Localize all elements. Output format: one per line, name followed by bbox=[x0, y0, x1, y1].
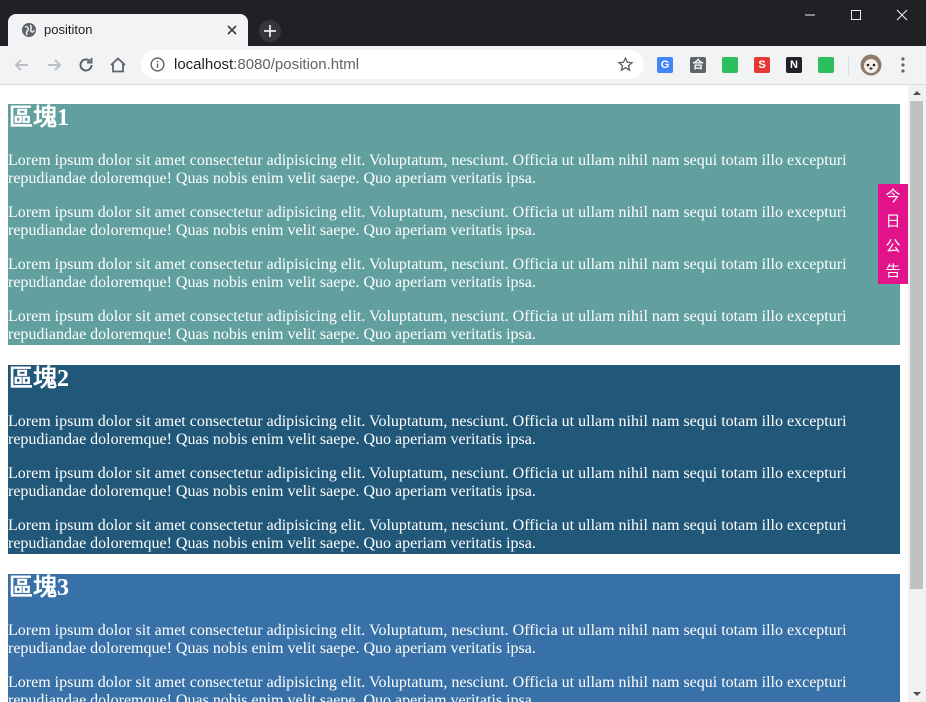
menu-kebab-icon[interactable] bbox=[895, 55, 911, 75]
block-3-title: 區塊3 bbox=[9, 575, 69, 601]
notice-char: 日 bbox=[885, 212, 901, 230]
home-icon[interactable] bbox=[108, 55, 128, 75]
close-window-icon[interactable] bbox=[891, 6, 913, 24]
tab-title: posititon bbox=[44, 22, 93, 37]
notice-char: 公 bbox=[885, 237, 901, 255]
evernote-extension-icon[interactable] bbox=[722, 57, 738, 73]
block-3: 區塊3 Lorem ipsum dolor sit amet consectet… bbox=[8, 574, 900, 702]
block-1-title: 區塊1 bbox=[9, 105, 69, 131]
scroll-down-arrow-icon[interactable] bbox=[908, 686, 926, 702]
browser-toolbar: localhost:8080/position.html G 合 SN bbox=[0, 46, 926, 85]
notion-extension-icon[interactable]: N bbox=[786, 57, 802, 73]
address-bar[interactable]: localhost:8080/position.html bbox=[141, 50, 644, 79]
block-2-paragraph: Lorem ipsum dolor sit amet consectetur a… bbox=[8, 413, 847, 448]
notice-char: 今 bbox=[885, 187, 901, 205]
new-tab-icon[interactable] bbox=[259, 20, 281, 42]
block-2-paragraph: Lorem ipsum dolor sit amet consectetur a… bbox=[8, 517, 847, 552]
bookmark-star-icon[interactable] bbox=[617, 56, 634, 73]
forward-arrow-icon[interactable] bbox=[44, 55, 64, 75]
s-extension-icon[interactable]: S bbox=[754, 57, 770, 73]
block-1-paragraph: Lorem ipsum dolor sit amet consectetur a… bbox=[8, 204, 847, 239]
clipboard-extension-icon[interactable] bbox=[818, 57, 834, 73]
page-viewport: 區塊1 Lorem ipsum dolor sit amet consectet… bbox=[0, 85, 908, 702]
info-icon[interactable] bbox=[150, 57, 165, 72]
block-3-paragraph: Lorem ipsum dolor sit amet consectetur a… bbox=[8, 674, 847, 702]
minimize-icon[interactable] bbox=[799, 6, 821, 24]
scroll-up-arrow-icon[interactable] bbox=[908, 85, 926, 101]
browser-titlebar: posititon bbox=[0, 0, 926, 46]
globe-icon bbox=[22, 23, 36, 37]
block-2-title: 區塊2 bbox=[9, 366, 69, 392]
block-3-paragraph: Lorem ipsum dolor sit amet consectetur a… bbox=[8, 622, 847, 657]
profile-avatar-icon[interactable] bbox=[860, 54, 882, 76]
toolbar-divider bbox=[848, 57, 849, 75]
block-1: 區塊1 Lorem ipsum dolor sit amet consectet… bbox=[8, 104, 900, 345]
block-2: 區塊2 Lorem ipsum dolor sit amet consectet… bbox=[8, 365, 900, 554]
block-1-paragraph: Lorem ipsum dolor sit amet consectetur a… bbox=[8, 152, 847, 187]
close-tab-icon[interactable] bbox=[225, 23, 239, 37]
url-host: localhost bbox=[174, 56, 234, 73]
url-path: :8080/position.html bbox=[233, 56, 360, 73]
notice-sidebar-button[interactable]: 今 日 公 告 bbox=[878, 184, 908, 284]
block-1-paragraph: Lorem ipsum dolor sit amet consectetur a… bbox=[8, 256, 847, 291]
maximize-icon[interactable] bbox=[845, 6, 867, 24]
url-text: localhost:8080/position.html bbox=[174, 56, 359, 73]
reload-icon[interactable] bbox=[76, 55, 96, 75]
block-1-paragraph: Lorem ipsum dolor sit amet consectetur a… bbox=[8, 308, 847, 343]
back-arrow-icon[interactable] bbox=[12, 55, 32, 75]
translate-extension-icon[interactable]: G bbox=[657, 57, 673, 73]
block-2-paragraph: Lorem ipsum dolor sit amet consectetur a… bbox=[8, 465, 847, 500]
vertical-scrollbar[interactable] bbox=[908, 85, 926, 702]
notice-char: 告 bbox=[885, 262, 901, 280]
browser-tab[interactable]: posititon bbox=[8, 14, 248, 46]
scrollbar-thumb[interactable] bbox=[910, 101, 923, 589]
reader-extension-icon[interactable]: 合 bbox=[690, 57, 706, 73]
